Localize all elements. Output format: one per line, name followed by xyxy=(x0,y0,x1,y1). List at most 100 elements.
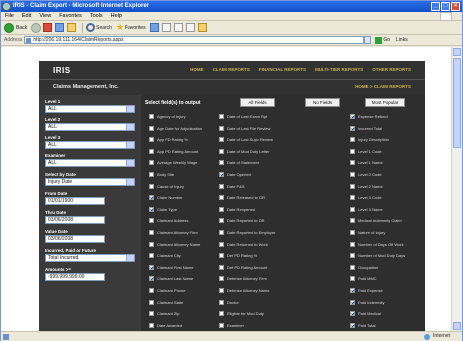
field-option[interactable]: Def PD Rating % xyxy=(219,253,257,259)
field-option[interactable]: Date Awarded xyxy=(149,322,182,328)
incurred-select[interactable]: Total Incurred xyxy=(45,254,135,262)
links-toolbar-label[interactable]: Links xyxy=(396,37,408,43)
field-option[interactable]: Claim Number xyxy=(149,195,183,201)
field-option[interactable]: Claimant Last Name xyxy=(149,276,193,282)
field-checkbox[interactable] xyxy=(219,311,224,317)
print-icon[interactable] xyxy=(173,23,183,32)
field-option[interactable]: Defense Attorney Name xyxy=(219,288,269,293)
field-checkbox[interactable] xyxy=(219,114,224,119)
field-checkbox[interactable] xyxy=(219,299,224,305)
field-checkbox[interactable] xyxy=(350,195,355,201)
field-option[interactable]: Level 1 Name xyxy=(350,160,383,166)
field-checkbox[interactable] xyxy=(219,125,224,131)
field-option[interactable]: Claimant Zip xyxy=(149,311,179,317)
field-checkbox[interactable] xyxy=(149,125,154,131)
field-checkbox[interactable] xyxy=(350,172,355,177)
field-option[interactable]: Claimant Attorney Firm xyxy=(149,230,198,235)
level2-select[interactable]: ALL xyxy=(45,123,135,131)
back-arrow-icon[interactable] xyxy=(4,22,14,33)
field-checkbox[interactable] xyxy=(350,264,355,270)
select-by-date-select[interactable]: Injury Date xyxy=(45,178,135,186)
examiner-select[interactable]: ALL xyxy=(45,159,135,167)
refresh-icon[interactable] xyxy=(55,23,65,32)
field-checkbox[interactable] xyxy=(219,230,224,235)
field-checkbox[interactable] xyxy=(350,183,355,189)
field-option[interactable]: Claimant City xyxy=(149,253,181,259)
field-checkbox[interactable] xyxy=(219,276,224,282)
minimize-button[interactable]: _ xyxy=(431,2,440,11)
folder-icon[interactable] xyxy=(197,23,207,32)
go-button-label[interactable]: Go xyxy=(383,37,390,43)
field-checkbox[interactable] xyxy=(219,264,224,270)
field-option[interactable]: Age Date for Adjudication xyxy=(149,125,202,131)
field-checkbox[interactable] xyxy=(219,160,224,166)
no-fields-button[interactable]: No Fields xyxy=(305,98,340,107)
field-option[interactable]: Cause of Injury xyxy=(149,183,184,189)
field-option[interactable]: Defense Attorney Firm xyxy=(219,276,267,282)
field-checkbox[interactable] xyxy=(350,230,355,235)
level3-select[interactable]: ALL xyxy=(45,141,135,149)
menu-tools[interactable]: Tools xyxy=(90,13,103,19)
scroll-down-arrow-icon[interactable] xyxy=(453,322,461,330)
maximize-button[interactable]: □ xyxy=(441,2,450,11)
field-option[interactable]: Medical Indemnity Claim xyxy=(350,218,402,224)
scroll-up-arrow-icon[interactable] xyxy=(453,48,461,56)
field-checkbox[interactable] xyxy=(350,218,355,224)
field-option[interactable]: Level 3 Name xyxy=(350,206,383,212)
field-option[interactable]: Def PD Rating Amount xyxy=(219,264,267,270)
field-option[interactable]: Claimant Attorney Name xyxy=(149,241,200,247)
field-option[interactable]: App PD Rating Amount xyxy=(149,148,198,154)
back-button-label[interactable]: Back xyxy=(16,25,27,31)
field-checkbox[interactable] xyxy=(219,218,224,224)
field-checkbox[interactable] xyxy=(149,148,154,154)
field-option[interactable]: Date of Stalement xyxy=(219,160,259,166)
field-checkbox[interactable] xyxy=(149,264,154,270)
field-option[interactable]: Level 3 Code xyxy=(350,195,382,201)
search-icon[interactable] xyxy=(86,23,96,32)
field-checkbox[interactable] xyxy=(149,322,154,328)
field-checkbox[interactable] xyxy=(219,206,224,212)
nav-financial-reports[interactable]: FINANCIAL REPORTS xyxy=(259,67,306,72)
home-icon[interactable] xyxy=(67,23,77,32)
menu-help[interactable]: Help xyxy=(111,13,122,19)
field-checkbox[interactable] xyxy=(350,276,355,282)
field-checkbox[interactable] xyxy=(149,288,154,293)
forward-arrow-icon[interactable] xyxy=(31,22,42,33)
field-option[interactable]: Paid Indemnity xyxy=(350,299,384,305)
field-option[interactable]: Claim Type xyxy=(149,206,177,212)
field-option[interactable]: Average Weekly Wage xyxy=(149,160,197,166)
site-logo[interactable]: IRIS xyxy=(53,66,71,75)
field-checkbox[interactable] xyxy=(149,114,154,119)
field-option[interactable]: Examiner xyxy=(219,322,244,328)
field-option[interactable]: Paid MMC xyxy=(350,276,377,282)
field-checkbox[interactable] xyxy=(149,299,154,305)
field-checkbox[interactable] xyxy=(149,311,154,317)
field-option[interactable]: Date Returned to Work xyxy=(219,241,268,247)
from-date-input[interactable]: 01/01/1900 xyxy=(45,197,105,205)
field-checkbox[interactable] xyxy=(149,195,154,201)
field-checkbox[interactable] xyxy=(149,218,154,224)
field-checkbox[interactable] xyxy=(350,206,355,212)
field-option[interactable]: Number of Days Off Work xyxy=(350,241,404,247)
field-option[interactable]: Body Site xyxy=(149,172,174,177)
field-checkbox[interactable] xyxy=(350,125,355,131)
most-popular-button[interactable]: Most Popular xyxy=(365,98,405,107)
value-date-input[interactable]: 03/06/2008 xyxy=(45,235,105,243)
field-checkbox[interactable] xyxy=(219,253,224,259)
field-checkbox[interactable] xyxy=(350,241,355,247)
field-option[interactable]: Level 2 Name xyxy=(350,183,383,189)
field-checkbox[interactable] xyxy=(219,183,224,189)
field-option[interactable]: Agency of Injury xyxy=(149,114,186,119)
vertical-scrollbar[interactable] xyxy=(451,47,462,331)
field-option[interactable]: Claimant State xyxy=(149,299,183,305)
field-checkbox[interactable] xyxy=(149,172,154,177)
field-option[interactable]: Eligible for Mod Duty xyxy=(219,311,264,317)
nav-home[interactable]: HOME xyxy=(190,67,204,72)
field-checkbox[interactable] xyxy=(350,160,355,166)
nav-claim-reports[interactable]: CLAIM REPORTS xyxy=(213,67,250,72)
menu-view[interactable]: View xyxy=(39,13,51,19)
breadcrumb[interactable]: HOME > CLAIM REPORTS xyxy=(355,84,411,89)
nav-other-reports[interactable]: OTHER REPORTS xyxy=(372,67,411,72)
field-option[interactable]: Paid Expense xyxy=(350,288,383,293)
field-option[interactable]: Date P&S xyxy=(219,183,245,189)
